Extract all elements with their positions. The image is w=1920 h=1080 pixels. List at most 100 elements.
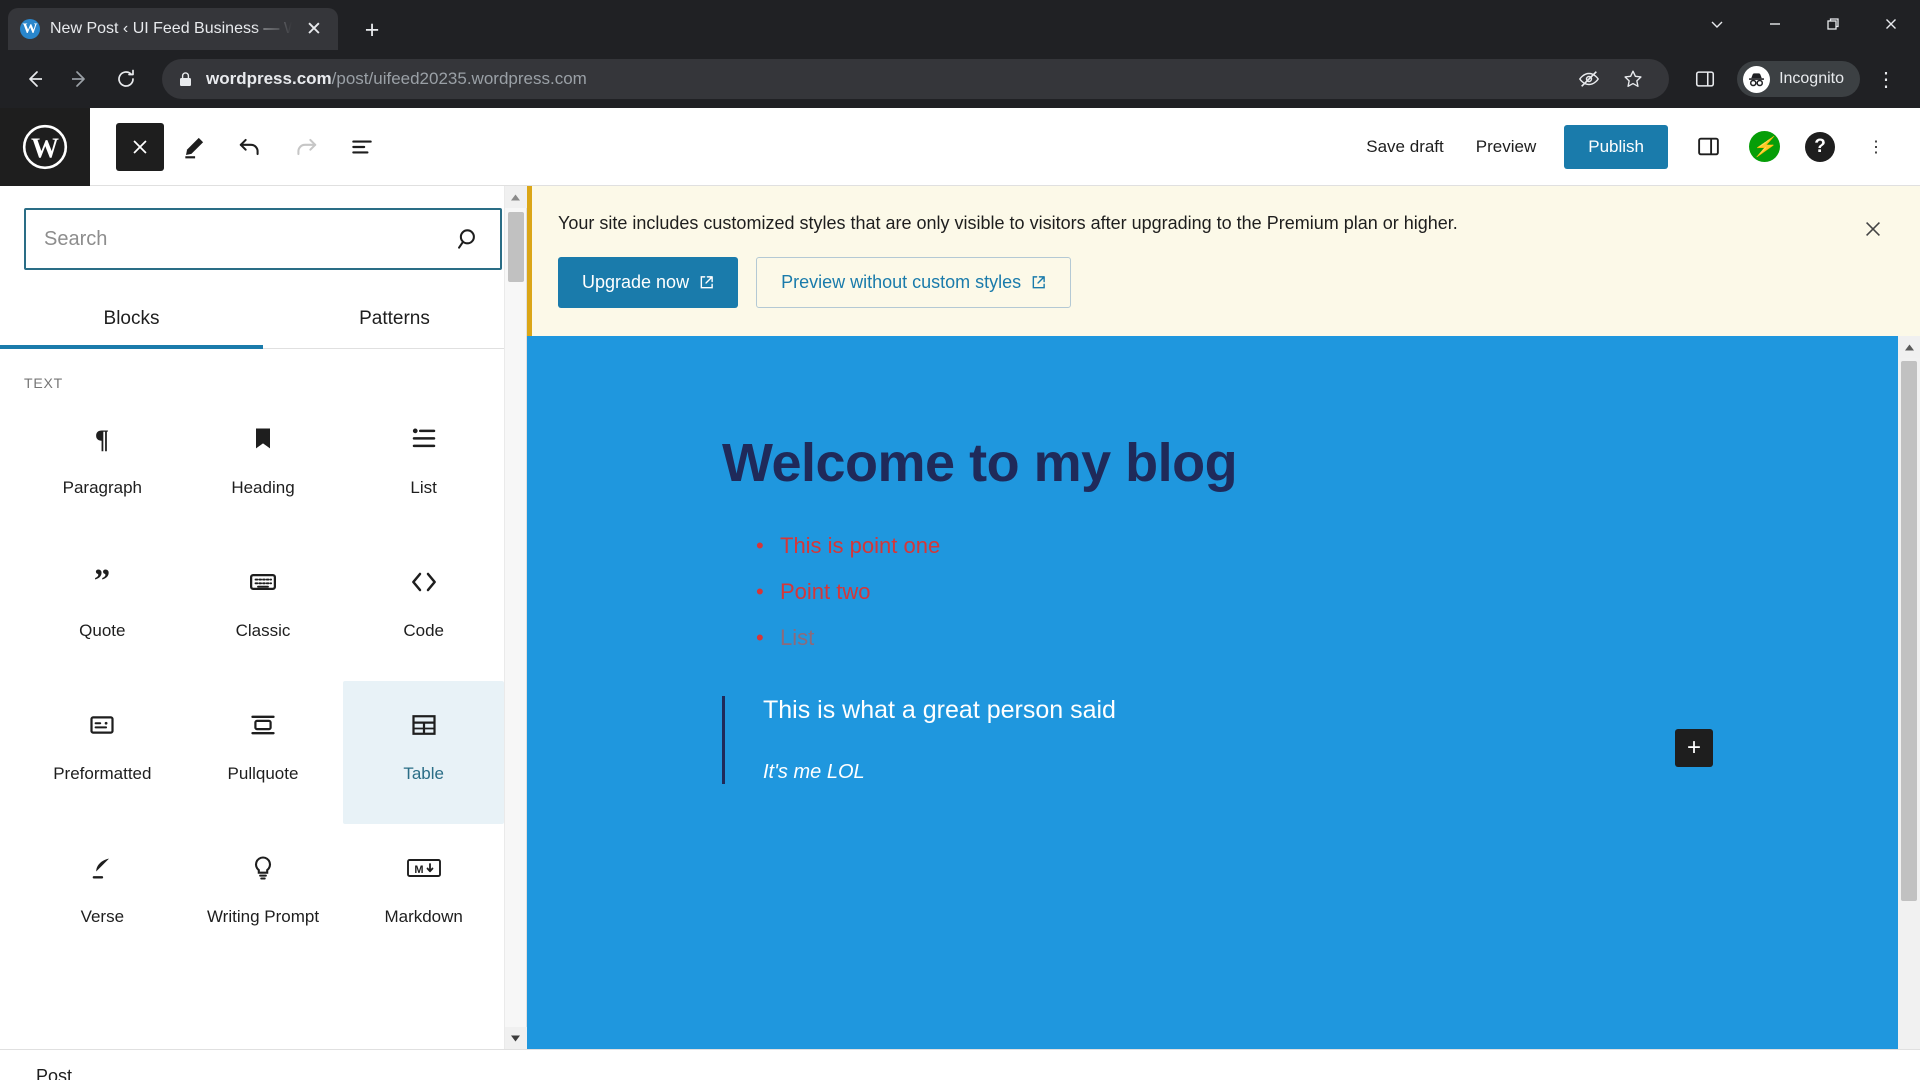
blocks-list: TEXT ¶ Paragraph Heading List ” Quote Cl… bbox=[0, 349, 526, 1049]
notice-close-icon[interactable] bbox=[1858, 214, 1888, 244]
markdown-icon: M bbox=[406, 846, 442, 890]
side-panel-icon[interactable] bbox=[1685, 59, 1725, 99]
block-item-list[interactable]: List bbox=[343, 395, 504, 538]
incognito-icon bbox=[1743, 65, 1771, 93]
jetpack-icon[interactable]: ⚡ bbox=[1738, 121, 1790, 173]
canvas-scrollbar-thumb[interactable] bbox=[1901, 361, 1917, 902]
lightbulb-icon bbox=[249, 846, 277, 890]
table-icon bbox=[410, 703, 438, 747]
quote-citation[interactable]: It's me LOL bbox=[763, 761, 1812, 784]
tab-patterns[interactable]: Patterns bbox=[263, 292, 526, 348]
bookmark-star-icon[interactable] bbox=[1613, 59, 1653, 99]
post-title[interactable]: Welcome to my blog bbox=[722, 432, 1812, 494]
save-draft-button[interactable]: Save draft bbox=[1352, 127, 1458, 167]
document-overview-icon[interactable] bbox=[336, 121, 388, 173]
block-item-heading[interactable]: Heading bbox=[183, 395, 344, 538]
new-tab-button[interactable]: + bbox=[352, 10, 392, 50]
search-section bbox=[0, 186, 526, 270]
upgrade-now-label: Upgrade now bbox=[582, 272, 690, 293]
preview-button[interactable]: Preview bbox=[1462, 127, 1550, 167]
url-path: /post/uifeed20235.wordpress.com bbox=[331, 69, 587, 88]
help-icon[interactable]: ? bbox=[1794, 121, 1846, 173]
pullquote-icon bbox=[249, 703, 277, 747]
preview-without-styles-label: Preview without custom styles bbox=[781, 272, 1022, 293]
lock-icon bbox=[178, 71, 193, 88]
browser-menu-icon[interactable]: ⋮ bbox=[1866, 59, 1906, 99]
inserter-scrollbar[interactable] bbox=[504, 186, 527, 1049]
block-grid: ¶ Paragraph Heading List ” Quote Classic… bbox=[0, 395, 526, 967]
block-inserter-panel: Blocks Patterns TEXT ¶ Paragraph bbox=[0, 186, 527, 1049]
block-item-pullquote[interactable]: Pullquote bbox=[183, 681, 344, 824]
breadcrumb[interactable]: Post bbox=[36, 1066, 72, 1080]
wordpress-logo[interactable]: W bbox=[0, 107, 90, 186]
block-item-preformatted[interactable]: Preformatted bbox=[22, 681, 183, 824]
pencil-icon[interactable] bbox=[168, 121, 220, 173]
category-label-text: TEXT bbox=[24, 375, 63, 391]
preview-without-styles-button[interactable]: Preview without custom styles bbox=[756, 257, 1072, 309]
tracking-blocked-eye-icon[interactable] bbox=[1569, 59, 1609, 99]
list-icon bbox=[409, 417, 439, 461]
tab-search-chevron-icon[interactable] bbox=[1688, 1, 1746, 47]
search-box[interactable] bbox=[24, 208, 502, 270]
scrollbar-thumb[interactable] bbox=[507, 212, 524, 282]
incognito-profile-button[interactable]: Incognito bbox=[1737, 61, 1860, 97]
block-item-code[interactable]: Code bbox=[343, 538, 504, 681]
list-item[interactable]: List bbox=[756, 622, 1812, 654]
block-label: Code bbox=[403, 621, 444, 640]
close-editor-button[interactable] bbox=[116, 122, 164, 171]
block-item-markdown[interactable]: M Markdown bbox=[343, 824, 504, 967]
search-icon[interactable] bbox=[456, 226, 482, 252]
tab-blocks[interactable]: Blocks bbox=[0, 292, 263, 349]
reload-icon[interactable] bbox=[106, 59, 146, 99]
classic-keyboard-icon bbox=[248, 560, 278, 604]
maximize-icon[interactable] bbox=[1804, 1, 1862, 47]
add-block-button[interactable]: + bbox=[1675, 729, 1713, 768]
list-item[interactable]: This is point one bbox=[756, 530, 1812, 562]
svg-text:M: M bbox=[414, 864, 423, 876]
window-controls bbox=[1688, 0, 1920, 48]
forward-icon[interactable] bbox=[60, 59, 100, 99]
canvas-scroll-up-arrow-icon[interactable] bbox=[1898, 336, 1920, 359]
url-text: wordpress.com/post/uifeed20235.wordpress… bbox=[206, 69, 587, 89]
tab-close-icon[interactable]: ✕ bbox=[302, 17, 326, 41]
canvas-scrollbar[interactable] bbox=[1898, 336, 1920, 1049]
heading-bookmark-icon bbox=[249, 417, 277, 461]
block-item-table[interactable]: Table bbox=[343, 681, 504, 824]
post-canvas[interactable]: Welcome to my blog This is point one Poi… bbox=[527, 336, 1898, 1049]
search-input[interactable] bbox=[44, 227, 456, 251]
editor-header: W Save draft Preview Publish ⚡ ? ⋮ bbox=[0, 107, 1920, 186]
block-label: Heading bbox=[231, 478, 295, 497]
list-item[interactable]: Point two bbox=[756, 576, 1812, 608]
editor-options-icon[interactable]: ⋮ bbox=[1850, 121, 1902, 173]
redo-icon[interactable] bbox=[280, 121, 332, 173]
editor-header-right: Save draft Preview Publish ⚡ ? ⋮ bbox=[1352, 121, 1920, 173]
block-item-classic[interactable]: Classic bbox=[183, 538, 344, 681]
block-item-writing-prompt[interactable]: Writing Prompt bbox=[183, 824, 344, 967]
block-item-verse[interactable]: Verse bbox=[22, 824, 183, 967]
back-icon[interactable] bbox=[14, 59, 54, 99]
inserter-tabs: Blocks Patterns bbox=[0, 292, 526, 349]
quote-text[interactable]: This is what a great person said bbox=[763, 696, 1812, 725]
block-item-quote[interactable]: ” Quote bbox=[22, 538, 183, 681]
post-list-block[interactable]: This is point one Point two List bbox=[722, 530, 1812, 654]
block-label: Paragraph bbox=[62, 478, 143, 497]
scroll-up-arrow-icon[interactable] bbox=[504, 186, 527, 208]
block-label: List bbox=[410, 478, 437, 497]
scroll-down-arrow-icon[interactable] bbox=[504, 1027, 527, 1049]
editor-body: Blocks Patterns TEXT ¶ Paragraph bbox=[0, 186, 1920, 1049]
editor-header-left bbox=[90, 121, 388, 173]
jetpack-glyph: ⚡ bbox=[1748, 131, 1780, 162]
address-bar[interactable]: wordpress.com/post/uifeed20235.wordpress… bbox=[162, 59, 1670, 99]
quote-block[interactable]: This is what a great person said It's me… bbox=[722, 695, 1812, 784]
minimize-icon[interactable] bbox=[1746, 1, 1804, 47]
editor-content-column: Your site includes customized styles tha… bbox=[527, 186, 1920, 1049]
publish-button[interactable]: Publish bbox=[1564, 124, 1668, 169]
block-item-paragraph[interactable]: ¶ Paragraph bbox=[22, 395, 183, 538]
undo-icon[interactable] bbox=[224, 121, 276, 173]
upgrade-now-button[interactable]: Upgrade now bbox=[558, 257, 739, 309]
browser-toolbar: wordpress.com/post/uifeed20235.wordpress… bbox=[0, 50, 1920, 108]
sidebar-toggle-icon[interactable] bbox=[1682, 121, 1734, 173]
svg-text:¶: ¶ bbox=[95, 425, 109, 454]
close-window-icon[interactable] bbox=[1862, 1, 1920, 47]
browser-tab[interactable]: W New Post ‹ UI Feed Business — W ✕ bbox=[8, 8, 338, 50]
